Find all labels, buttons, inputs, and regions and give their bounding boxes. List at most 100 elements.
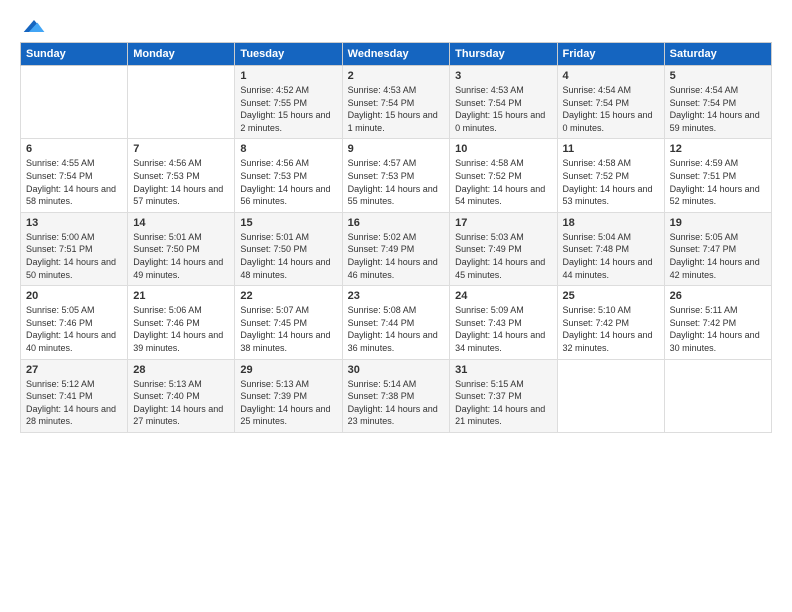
calendar-week-row: 27 Sunrise: 5:12 AMSunset: 7:41 PMDayligh… xyxy=(21,359,772,432)
calendar-cell: 23 Sunrise: 5:08 AMSunset: 7:44 PMDayligh… xyxy=(342,286,450,359)
weekday-header: Tuesday xyxy=(235,43,342,66)
day-number: 28 xyxy=(133,364,229,376)
day-number: 14 xyxy=(133,217,229,229)
calendar-cell: 14 Sunrise: 5:01 AMSunset: 7:50 PMDayligh… xyxy=(128,212,235,285)
day-info: Sunrise: 4:58 AMSunset: 7:52 PMDaylight:… xyxy=(455,157,551,207)
calendar-cell: 9Sunrise: 4:57 AMSunset: 7:53 PMDaylight… xyxy=(342,139,450,212)
calendar-cell: 3 Sunrise: 4:53 AMSunset: 7:54 PMDaylight… xyxy=(450,66,557,139)
day-number: 24 xyxy=(455,290,551,302)
calendar-cell: 11 Sunrise: 4:58 AMSunset: 7:52 PMDayligh… xyxy=(557,139,664,212)
day-info: Sunrise: 4:58 AMSunset: 7:52 PMDaylight:… xyxy=(563,157,659,207)
weekday-header: Monday xyxy=(128,43,235,66)
header xyxy=(20,16,772,32)
day-number: 7 xyxy=(133,143,229,155)
day-number: 22 xyxy=(240,290,336,302)
calendar-cell: 10 Sunrise: 4:58 AMSunset: 7:52 PMDayligh… xyxy=(450,139,557,212)
day-info: Sunrise: 4:53 AMSunset: 7:54 PMDaylight:… xyxy=(455,84,551,134)
day-number: 3 xyxy=(455,70,551,82)
calendar-cell: 16 Sunrise: 5:02 AMSunset: 7:49 PMDayligh… xyxy=(342,212,450,285)
day-number: 30 xyxy=(348,364,445,376)
day-number: 18 xyxy=(563,217,659,229)
logo xyxy=(20,16,46,32)
day-number: 21 xyxy=(133,290,229,302)
calendar-cell: 22 Sunrise: 5:07 AMSunset: 7:45 PMDayligh… xyxy=(235,286,342,359)
day-info: Sunrise: 4:55 AMSunset: 7:54 PMDaylight:… xyxy=(26,157,122,207)
day-info: Sunrise: 5:08 AMSunset: 7:44 PMDaylight:… xyxy=(348,304,445,354)
day-number: 4 xyxy=(563,70,659,82)
day-number: 19 xyxy=(670,217,766,229)
day-number: 2 xyxy=(348,70,445,82)
logo-icon xyxy=(22,16,46,36)
calendar-week-row: 1Sunrise: 4:52 AMSunset: 7:55 PMDaylight… xyxy=(21,66,772,139)
calendar-cell: 18Sunrise: 5:04 AMSunset: 7:48 PMDayligh… xyxy=(557,212,664,285)
calendar-cell xyxy=(128,66,235,139)
calendar-cell: 2 Sunrise: 4:53 AMSunset: 7:54 PMDaylight… xyxy=(342,66,450,139)
day-info: Sunrise: 4:57 AMSunset: 7:53 PMDaylight:… xyxy=(348,157,445,207)
day-number: 12 xyxy=(670,143,766,155)
calendar-cell: 30Sunrise: 5:14 AMSunset: 7:38 PMDayligh… xyxy=(342,359,450,432)
weekday-header: Saturday xyxy=(664,43,771,66)
weekday-header: Sunday xyxy=(21,43,128,66)
day-number: 23 xyxy=(348,290,445,302)
day-number: 25 xyxy=(563,290,659,302)
day-info: Sunrise: 4:53 AMSunset: 7:54 PMDaylight:… xyxy=(348,84,445,134)
weekday-header: Friday xyxy=(557,43,664,66)
day-info: Sunrise: 5:13 AMSunset: 7:40 PMDaylight:… xyxy=(133,378,229,428)
calendar-cell: 8Sunrise: 4:56 AMSunset: 7:53 PMDaylight… xyxy=(235,139,342,212)
day-number: 11 xyxy=(563,143,659,155)
day-number: 31 xyxy=(455,364,551,376)
day-info: Sunrise: 5:01 AMSunset: 7:50 PMDaylight:… xyxy=(133,231,229,281)
day-info: Sunrise: 5:07 AMSunset: 7:45 PMDaylight:… xyxy=(240,304,336,354)
calendar-cell: 29 Sunrise: 5:13 AMSunset: 7:39 PMDayligh… xyxy=(235,359,342,432)
day-number: 10 xyxy=(455,143,551,155)
day-info: Sunrise: 5:00 AMSunset: 7:51 PMDaylight:… xyxy=(26,231,122,281)
calendar-cell: 4 Sunrise: 4:54 AMSunset: 7:54 PMDaylight… xyxy=(557,66,664,139)
day-info: Sunrise: 5:01 AMSunset: 7:50 PMDaylight:… xyxy=(240,231,336,281)
day-info: Sunrise: 5:05 AMSunset: 7:47 PMDaylight:… xyxy=(670,231,766,281)
day-info: Sunrise: 5:12 AMSunset: 7:41 PMDaylight:… xyxy=(26,378,122,428)
day-info: Sunrise: 4:54 AMSunset: 7:54 PMDaylight:… xyxy=(670,84,766,134)
calendar-header-row: SundayMondayTuesdayWednesdayThursdayFrid… xyxy=(21,43,772,66)
day-number: 13 xyxy=(26,217,122,229)
day-info: Sunrise: 4:59 AMSunset: 7:51 PMDaylight:… xyxy=(670,157,766,207)
calendar-cell: 12 Sunrise: 4:59 AMSunset: 7:51 PMDayligh… xyxy=(664,139,771,212)
day-info: Sunrise: 5:10 AMSunset: 7:42 PMDaylight:… xyxy=(563,304,659,354)
calendar-cell: 15 Sunrise: 5:01 AMSunset: 7:50 PMDayligh… xyxy=(235,212,342,285)
day-info: Sunrise: 4:54 AMSunset: 7:54 PMDaylight:… xyxy=(563,84,659,134)
day-info: Sunrise: 5:13 AMSunset: 7:39 PMDaylight:… xyxy=(240,378,336,428)
calendar-table: SundayMondayTuesdayWednesdayThursdayFrid… xyxy=(20,42,772,433)
day-info: Sunrise: 5:05 AMSunset: 7:46 PMDaylight:… xyxy=(26,304,122,354)
day-info: Sunrise: 4:52 AMSunset: 7:55 PMDaylight:… xyxy=(240,84,336,134)
weekday-header: Wednesday xyxy=(342,43,450,66)
day-number: 17 xyxy=(455,217,551,229)
calendar-cell: 27 Sunrise: 5:12 AMSunset: 7:41 PMDayligh… xyxy=(21,359,128,432)
day-number: 5 xyxy=(670,70,766,82)
day-info: Sunrise: 5:15 AMSunset: 7:37 PMDaylight:… xyxy=(455,378,551,428)
calendar-cell: 26Sunrise: 5:11 AMSunset: 7:42 PMDayligh… xyxy=(664,286,771,359)
calendar-cell: 1Sunrise: 4:52 AMSunset: 7:55 PMDaylight… xyxy=(235,66,342,139)
calendar-cell: 7 Sunrise: 4:56 AMSunset: 7:53 PMDaylight… xyxy=(128,139,235,212)
day-info: Sunrise: 4:56 AMSunset: 7:53 PMDaylight:… xyxy=(133,157,229,207)
calendar-week-row: 20Sunrise: 5:05 AMSunset: 7:46 PMDayligh… xyxy=(21,286,772,359)
day-number: 8 xyxy=(240,143,336,155)
day-number: 27 xyxy=(26,364,122,376)
calendar-week-row: 13 Sunrise: 5:00 AMSunset: 7:51 PMDayligh… xyxy=(21,212,772,285)
page: SundayMondayTuesdayWednesdayThursdayFrid… xyxy=(0,0,792,612)
day-number: 29 xyxy=(240,364,336,376)
calendar-cell: 28 Sunrise: 5:13 AMSunset: 7:40 PMDayligh… xyxy=(128,359,235,432)
calendar-cell: 20Sunrise: 5:05 AMSunset: 7:46 PMDayligh… xyxy=(21,286,128,359)
calendar-cell: 5 Sunrise: 4:54 AMSunset: 7:54 PMDaylight… xyxy=(664,66,771,139)
day-number: 15 xyxy=(240,217,336,229)
day-number: 6 xyxy=(26,143,122,155)
day-info: Sunrise: 5:06 AMSunset: 7:46 PMDaylight:… xyxy=(133,304,229,354)
calendar-cell: 6 Sunrise: 4:55 AMSunset: 7:54 PMDaylight… xyxy=(21,139,128,212)
calendar-cell: 13 Sunrise: 5:00 AMSunset: 7:51 PMDayligh… xyxy=(21,212,128,285)
calendar-cell: 25 Sunrise: 5:10 AMSunset: 7:42 PMDayligh… xyxy=(557,286,664,359)
day-number: 16 xyxy=(348,217,445,229)
calendar-cell xyxy=(557,359,664,432)
day-info: Sunrise: 5:02 AMSunset: 7:49 PMDaylight:… xyxy=(348,231,445,281)
day-info: Sunrise: 5:03 AMSunset: 7:49 PMDaylight:… xyxy=(455,231,551,281)
calendar-cell: 21 Sunrise: 5:06 AMSunset: 7:46 PMDayligh… xyxy=(128,286,235,359)
calendar-cell: 17 Sunrise: 5:03 AMSunset: 7:49 PMDayligh… xyxy=(450,212,557,285)
calendar-cell xyxy=(664,359,771,432)
